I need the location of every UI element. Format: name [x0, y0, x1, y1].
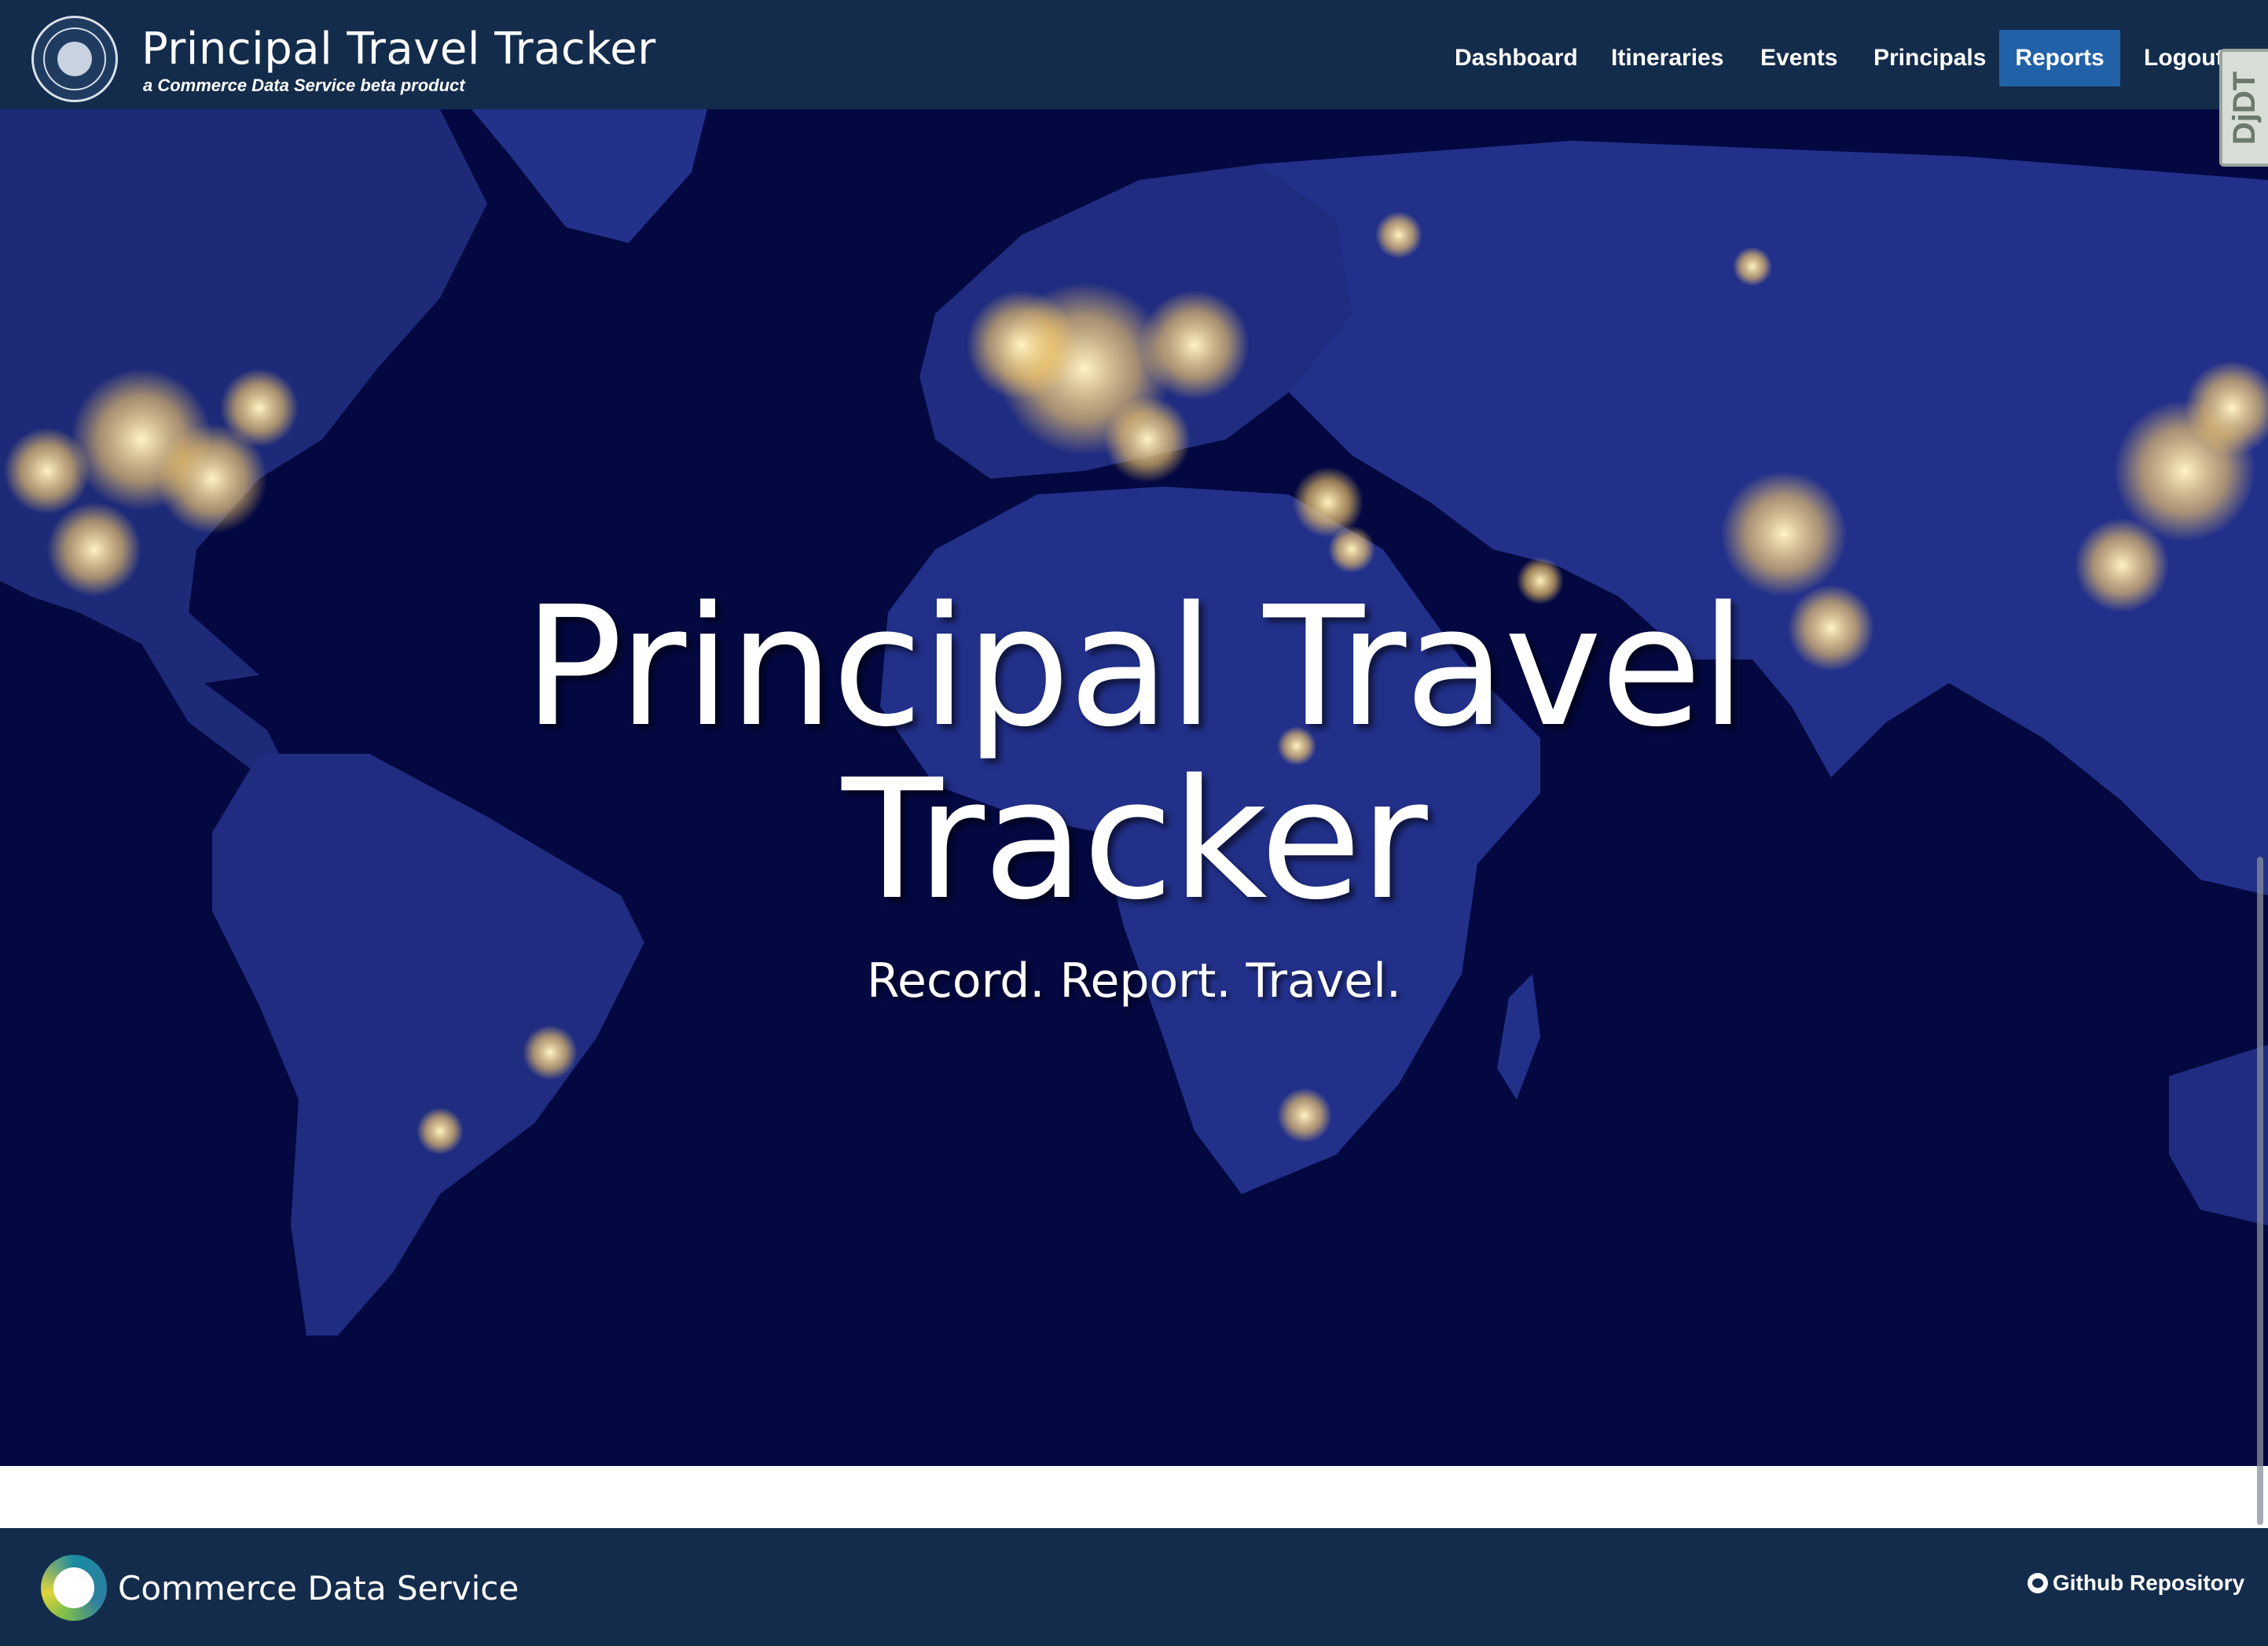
- commerce-data-service-logo-icon: [41, 1555, 107, 1621]
- footer: Commerce Data Service Github Repository: [0, 1528, 2268, 1646]
- hero-tagline: Record. Report. Travel.: [867, 953, 1401, 1009]
- nav-itineraries[interactable]: Itineraries: [1591, 30, 1744, 86]
- brand-subtitle: a Commerce Data Service beta product: [143, 75, 465, 95]
- django-debug-toolbar-tab[interactable]: DjDT: [2219, 49, 2268, 167]
- github-link-label: Github Repository: [2053, 1571, 2245, 1595]
- nav-events[interactable]: Events: [1740, 30, 1858, 86]
- hero-title: Principal Travel Tracker: [0, 581, 2268, 927]
- page-scrollbar[interactable]: [2257, 857, 2263, 1525]
- nav-principals[interactable]: Principals: [1853, 30, 2006, 86]
- nav-reports[interactable]: Reports: [1999, 30, 2120, 86]
- footer-brand: Commerce Data Service: [118, 1569, 519, 1607]
- department-of-commerce-seal-icon[interactable]: [31, 16, 118, 102]
- github-icon: [2028, 1573, 2048, 1593]
- github-repository-link[interactable]: Github Repository: [2028, 1571, 2244, 1596]
- nav-logout[interactable]: Logout: [2127, 30, 2224, 86]
- hero-section: Principal Travel Tracker Record. Report.…: [0, 109, 2268, 1466]
- brand-title[interactable]: Principal Travel Tracker: [141, 24, 656, 75]
- top-navbar: Principal Travel Tracker a Commerce Data…: [0, 0, 2268, 109]
- debug-toolbar-label: DjDT: [2227, 71, 2262, 145]
- hero-title-line-1: Principal Travel: [523, 571, 1746, 763]
- nav-dashboard[interactable]: Dashboard: [1434, 30, 1598, 86]
- hero-title-line-2: Tracker: [842, 744, 1428, 936]
